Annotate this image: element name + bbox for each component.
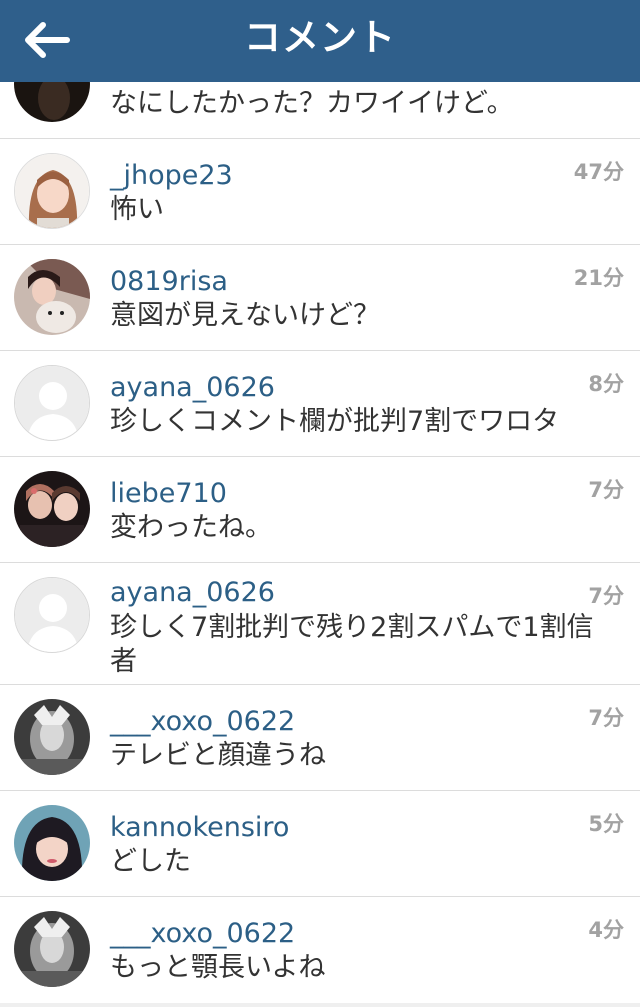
comment-list[interactable]: なにしたかった？カワイイけど。 _jhope23 怖い 47分 0819risa…: [0, 0, 640, 1003]
timestamp: 7分: [588, 584, 624, 608]
username-link[interactable]: kannokensiro: [110, 812, 289, 843]
avatar[interactable]: [14, 153, 90, 229]
timestamp: 21分: [573, 266, 624, 290]
comment-row: liebe710 変わったね。 7分: [0, 457, 640, 563]
comment-row: 0819risa 意図が見えないけど？ 21分: [0, 245, 640, 351]
comment-text: 変わったね。: [110, 512, 272, 543]
timestamp: 7分: [588, 478, 624, 502]
username-link[interactable]: 0819risa: [110, 266, 228, 297]
comment-text: 怖い: [110, 194, 164, 225]
avatar[interactable]: [14, 471, 90, 547]
comment-text: 珍しくコメント欄が批判7割でワロタ: [110, 406, 560, 437]
comment-row: ___xoxo_0622 テレビと顔違うね 7分: [0, 685, 640, 791]
page-title: コメント: [244, 16, 396, 59]
timestamp: 47分: [573, 160, 624, 184]
avatar[interactable]: [14, 805, 90, 881]
username-link[interactable]: _jhope23: [110, 160, 233, 191]
comment-text: 珍しく7割批判で残り2割スパムで1割信者: [110, 612, 594, 677]
comment-text: 意図が見えないけど？: [110, 300, 380, 331]
timestamp: 4分: [588, 918, 624, 942]
default-avatar-icon[interactable]: [14, 577, 90, 653]
username-link[interactable]: ayana_0626: [110, 372, 275, 403]
username-link[interactable]: ayana_0626: [110, 577, 275, 608]
avatar[interactable]: [14, 911, 90, 987]
comment-row: ayana_0626 珍しくコメント欄が批判7割でワロタ 8分: [0, 351, 640, 457]
comment-row: ayana_0626 珍しく7割批判で残り2割スパムで1割信者 7分: [0, 563, 640, 685]
comment-row: _jhope23 怖い 47分: [0, 139, 640, 245]
avatar[interactable]: [14, 259, 90, 335]
comment-text: テレビと顔違うね: [110, 740, 326, 771]
comment-row: ___xoxo_0622 もっと顎長いよね 4分: [0, 897, 640, 1003]
top-bar: コメント: [0, 0, 640, 82]
comment-text: なにしたかった？カワイイけど。: [110, 88, 514, 119]
comment-row: kannokensiro どした 5分: [0, 791, 640, 897]
timestamp: 5分: [588, 812, 624, 836]
username-link[interactable]: ___xoxo_0622: [110, 918, 295, 949]
comment-text: もっと顎長いよね: [110, 952, 326, 983]
username-link[interactable]: liebe710: [110, 478, 227, 509]
timestamp: 7分: [588, 706, 624, 730]
username-link[interactable]: ___xoxo_0622: [110, 706, 295, 737]
comment-text: どした: [110, 846, 191, 877]
default-avatar-icon[interactable]: [14, 365, 90, 441]
avatar[interactable]: [14, 699, 90, 775]
timestamp: 8分: [588, 372, 624, 396]
